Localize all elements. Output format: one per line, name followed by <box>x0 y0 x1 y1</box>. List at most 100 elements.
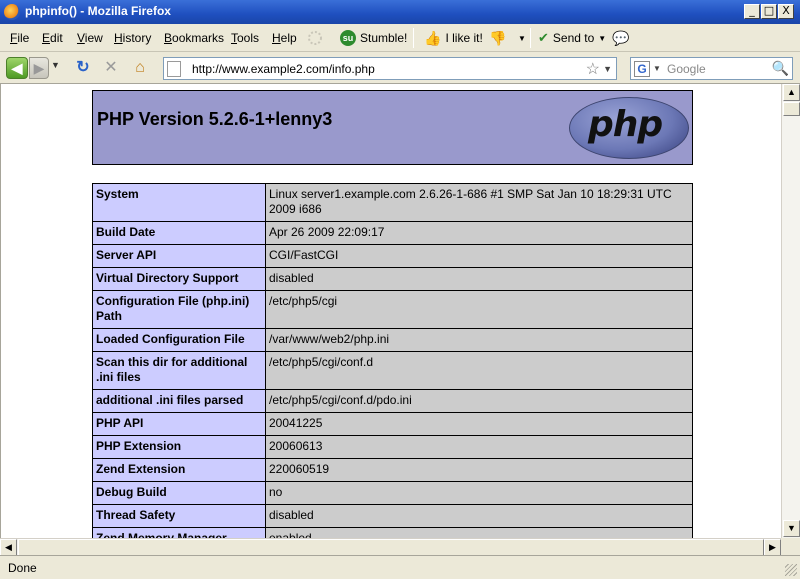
thumbs-down-button[interactable]: 👎 <box>489 29 506 47</box>
menu-bookmarks-label: ookmarks <box>172 31 225 45</box>
info-key: Zend Memory Manager <box>92 527 266 538</box>
info-key: Debug Build <box>92 481 266 505</box>
menu-help-label: elp <box>280 31 297 45</box>
close-button[interactable]: X <box>778 4 794 19</box>
stumble-label: Stumble! <box>360 31 408 45</box>
back-button[interactable]: ◀ <box>6 57 28 79</box>
vertical-scroll-thumb[interactable] <box>783 102 800 116</box>
stop-button[interactable]: ✕ <box>101 58 121 78</box>
comment-button[interactable]: 💬 <box>612 29 629 47</box>
menu-view-accel: V <box>77 31 85 45</box>
table-row: Virtual Directory Support disabled <box>92 267 693 291</box>
scroll-left-button[interactable]: ◀ <box>0 539 17 556</box>
scrollbar-corner <box>781 538 800 555</box>
menu-tools-label: ools <box>237 31 260 45</box>
url-dropdown-icon[interactable]: ▼ <box>603 64 612 74</box>
send-to-button[interactable]: ✔ Send to ▼ <box>538 29 606 47</box>
rating-dropdown-caret[interactable]: ▼ <box>518 29 526 47</box>
menu-edit[interactable]: Edit <box>42 31 63 45</box>
menu-history[interactable]: History <box>114 31 151 45</box>
info-key: Virtual Directory Support <box>92 267 266 291</box>
url-bar[interactable]: http://www.example2.com/info.php ☆ ▼ <box>163 57 617 80</box>
info-key: PHP Extension <box>92 435 266 459</box>
scroll-down-button[interactable]: ▼ <box>783 520 800 537</box>
search-input[interactable]: Google <box>667 62 706 76</box>
toolbar-separator <box>530 28 531 48</box>
info-key: Zend Extension <box>92 458 266 482</box>
info-value: enabled <box>265 527 693 538</box>
menu-help[interactable]: Help <box>272 31 297 45</box>
comment-icon: 💬 <box>612 29 630 46</box>
forward-button[interactable]: ▶ <box>29 57 49 79</box>
send-to-caret-icon: ▼ <box>598 33 607 43</box>
menu-history-accel: H <box>114 31 123 45</box>
table-row: Zend Memory Manager enabled <box>92 527 693 538</box>
title-bar: phpinfo() - Mozilla Firefox _ □ X <box>0 0 800 24</box>
resize-grip[interactable] <box>785 564 797 576</box>
menu-help-accel: H <box>272 31 281 45</box>
php-logo[interactable]: php <box>569 97 689 159</box>
table-row: Server API CGI/FastCGI <box>92 244 693 268</box>
page-icon <box>167 61 181 77</box>
menu-view-label: iew <box>84 31 103 45</box>
menu-edit-accel: E <box>42 31 51 45</box>
php-version-header: PHP Version 5.2.6-1+lenny3 php <box>92 90 693 165</box>
search-magnifier-icon[interactable]: 🔍 <box>772 60 789 77</box>
scroll-up-button[interactable]: ▲ <box>783 84 800 101</box>
info-value: disabled <box>265 504 693 528</box>
i-like-it-label: I like it! <box>445 31 483 45</box>
google-icon[interactable]: G <box>634 61 650 77</box>
info-value: Apr 26 2009 22:09:17 <box>265 221 693 245</box>
url-text[interactable]: http://www.example2.com/info.php <box>192 62 375 76</box>
table-row: Zend Extension 220060519 <box>92 458 693 482</box>
info-key: Configuration File (php.ini) Path <box>92 290 266 329</box>
info-value: 20041225 <box>265 412 693 436</box>
search-bar[interactable]: G ▼ Google 🔍 <box>630 57 793 80</box>
info-value: /etc/php5/cgi <box>265 290 693 329</box>
maximize-button[interactable]: □ <box>761 4 777 19</box>
reload-button[interactable]: ↻ <box>73 58 93 78</box>
send-to-icon: ✔ <box>538 30 549 45</box>
bookmark-star-icon[interactable]: ☆ <box>586 59 600 79</box>
info-key: System <box>92 183 266 222</box>
forward-arrow-icon: ▶ <box>33 60 45 76</box>
menu-file[interactable]: File <box>10 31 29 45</box>
info-key: Server API <box>92 244 266 268</box>
stumble-button[interactable]: su Stumble! <box>340 29 407 47</box>
info-key: PHP API <box>92 412 266 436</box>
menu-edit-label: dit <box>50 31 63 45</box>
history-dropdown-icon[interactable]: ▼ <box>51 60 60 70</box>
info-value: 220060519 <box>265 458 693 482</box>
menu-view[interactable]: View <box>77 31 103 45</box>
status-bar: Done <box>0 555 800 579</box>
firefox-icon <box>4 4 20 20</box>
i-like-it-button[interactable]: 👍 I like it! <box>424 29 483 47</box>
table-row: Loaded Configuration File/var/www/web2/p… <box>92 328 693 352</box>
home-button[interactable]: ⌂ <box>130 58 150 78</box>
info-value: CGI/FastCGI <box>265 244 693 268</box>
throbber-icon <box>307 29 323 47</box>
stumble-icon: su <box>340 30 356 46</box>
vertical-scrollbar[interactable]: ▲ ▼ <box>781 84 800 538</box>
menu-tools[interactable]: Tools <box>231 31 259 45</box>
horizontal-scroll-thumb[interactable] <box>18 539 764 556</box>
table-row: additional .ini files parsed/etc/php5/cg… <box>92 389 693 413</box>
search-engine-dropdown-icon[interactable]: ▼ <box>653 64 661 73</box>
info-value: no <box>265 481 693 505</box>
table-row: PHP Extension 20060613 <box>92 435 693 459</box>
table-row: Debug Build no <box>92 481 693 505</box>
window-title: phpinfo() - Mozilla Firefox <box>25 4 171 18</box>
minimize-button[interactable]: _ <box>744 4 760 19</box>
horizontal-scrollbar[interactable]: ◀ ▶ <box>0 538 781 556</box>
toolbar-separator <box>413 28 414 48</box>
info-value: Linux server1.example.com 2.6.26-1-686 #… <box>265 183 693 222</box>
info-value: /etc/php5/cgi/conf.d <box>265 351 693 390</box>
home-icon: ⌂ <box>135 59 145 76</box>
menu-bookmarks[interactable]: Bookmarks <box>164 31 224 45</box>
info-key: additional .ini files parsed <box>92 389 266 413</box>
info-key: Scan this dir for additional .ini files <box>92 351 266 390</box>
menu-bookmarks-accel: B <box>164 31 173 45</box>
info-key: Build Date <box>92 221 266 245</box>
scroll-right-button[interactable]: ▶ <box>764 539 781 556</box>
menu-file-label: ile <box>17 31 30 45</box>
